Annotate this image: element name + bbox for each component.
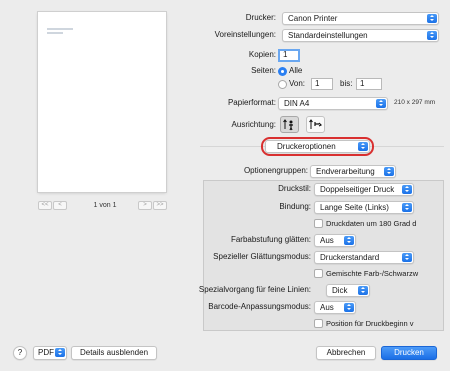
cancel-button[interactable]: Abbrechen — [316, 346, 376, 360]
pages-to-label: bis: — [340, 79, 353, 88]
special-smoothing-value: Druckerstandard — [320, 253, 380, 262]
pdf-menu-button[interactable]: PDF — [33, 346, 67, 360]
chevron-updown-icon — [376, 99, 386, 108]
paper-dimensions: 210 x 297 mm — [394, 99, 436, 106]
gradation-smooth-value: Aus — [320, 236, 334, 245]
pages-label: Seiten: — [251, 66, 276, 75]
pages-all-radio[interactable] — [278, 67, 287, 76]
print-button[interactable]: Drucken — [381, 346, 437, 360]
chevron-updown-icon — [358, 286, 368, 295]
print-start-checkbox[interactable] — [314, 319, 323, 328]
gradation-smooth-label: Farbabstufung glätten: — [230, 235, 311, 244]
copies-label: Kopien: — [248, 50, 276, 59]
hide-details-button[interactable]: Details ausblenden — [71, 346, 157, 360]
chevron-updown-icon — [427, 31, 437, 40]
fine-lines-value: Dick — [332, 286, 348, 295]
portrait-person-icon — [283, 119, 293, 131]
chevron-updown-icon — [344, 303, 354, 312]
portrait-orientation-button[interactable] — [280, 116, 299, 133]
orientation-label: Ausrichtung: — [231, 120, 276, 129]
barcode-label: Barcode-Anpassungsmodus: — [208, 302, 311, 311]
last-page-button[interactable]: >> — [153, 201, 167, 210]
presets-label: Voreinstellungen: — [214, 30, 276, 39]
printer-label: Drucker: — [245, 13, 276, 22]
chevron-updown-icon — [344, 236, 354, 245]
help-button[interactable]: ? — [13, 346, 27, 360]
pages-all-label: Alle — [289, 66, 303, 75]
chevron-down-icon — [55, 348, 65, 357]
previous-page-button[interactable]: < — [53, 201, 67, 210]
preview-pager: << < 1 von 1 > >> — [38, 201, 170, 213]
print-style-value: Doppelseitiger Druck — [320, 185, 395, 194]
preview-text-line — [47, 28, 73, 30]
binding-value: Lange Seite (Links) — [320, 203, 389, 212]
chevron-updown-icon — [402, 185, 412, 194]
presets-select[interactable]: Standardeinstellungen — [282, 29, 439, 42]
print-preview-page — [38, 12, 166, 192]
mixed-color-checkbox[interactable] — [314, 269, 323, 278]
landscape-person-icon — [309, 119, 323, 129]
chevron-updown-icon — [358, 142, 368, 151]
page-indicator: 1 von 1 — [93, 202, 117, 209]
option-groups-label: Optionengruppen: — [243, 166, 308, 175]
print-start-label: Position für Druckbeginn v — [326, 319, 414, 328]
mixed-color-label: Gemischte Farb-/Schwarzw — [326, 269, 419, 278]
chevron-updown-icon — [402, 253, 412, 262]
chevron-updown-icon — [384, 167, 394, 176]
print-style-select[interactable]: Doppelseitiger Druck — [314, 183, 414, 196]
paper-size-select[interactable]: DIN A4 — [278, 97, 388, 110]
rotate-180-checkbox[interactable] — [314, 219, 323, 228]
section-menu-value: Druckeroptionen — [277, 142, 336, 151]
pages-to-field[interactable]: 1 — [356, 78, 382, 90]
print-style-label: Druckstil: — [278, 184, 311, 193]
chevron-updown-icon — [402, 203, 412, 212]
option-groups-value: Endverarbeitung — [316, 167, 375, 176]
pages-from-label: Von: — [289, 79, 306, 88]
option-groups-select[interactable]: Endverarbeitung — [310, 165, 396, 178]
binding-label: Bindung: — [279, 202, 311, 211]
paper-size-value: DIN A4 — [284, 99, 310, 108]
copies-field[interactable]: 1 — [278, 49, 300, 62]
special-smoothing-select[interactable]: Druckerstandard — [314, 251, 414, 264]
rotate-180-label: Druckdaten um 180 Grad d — [326, 219, 417, 228]
first-page-button[interactable]: << — [38, 201, 52, 210]
printer-select[interactable]: Canon Printer — [282, 12, 439, 25]
pages-range-radio[interactable] — [278, 80, 287, 89]
pages-from-field[interactable]: 1 — [311, 78, 333, 90]
gradation-smooth-select[interactable]: Aus — [314, 234, 356, 247]
next-page-button[interactable]: > — [138, 201, 152, 210]
binding-select[interactable]: Lange Seite (Links) — [314, 201, 414, 214]
pdf-label: PDF — [38, 348, 54, 357]
fine-lines-select[interactable]: Dick — [326, 284, 370, 297]
landscape-orientation-button[interactable] — [306, 116, 325, 133]
preview-text-line — [47, 32, 63, 34]
barcode-select[interactable]: Aus — [314, 301, 356, 314]
paper-label: Papierformat: — [227, 98, 276, 107]
special-smoothing-label: Spezieller Glättungsmodus: — [213, 252, 311, 261]
presets-value: Standardeinstellungen — [288, 31, 368, 40]
chevron-updown-icon — [427, 14, 437, 23]
fine-lines-label: Spezialvorgang für feine Linien: — [198, 285, 311, 294]
printer-value: Canon Printer — [288, 14, 338, 23]
section-menu-select[interactable]: Druckeroptionen — [265, 140, 370, 153]
barcode-value: Aus — [320, 303, 334, 312]
